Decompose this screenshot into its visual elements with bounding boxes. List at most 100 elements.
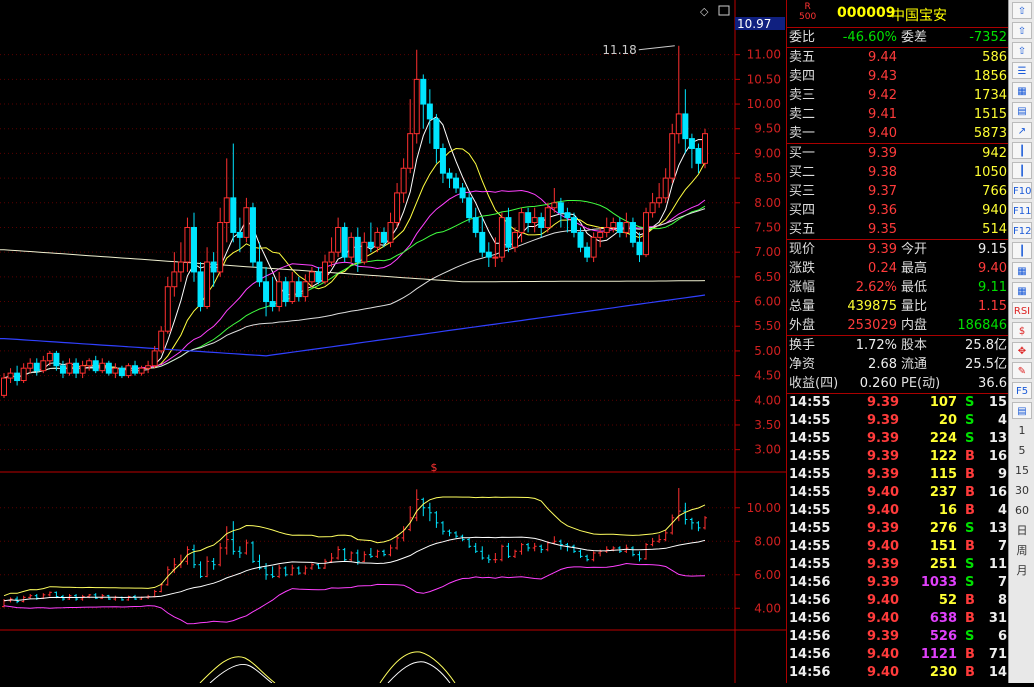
trend-icon[interactable]: ↗ [1012, 122, 1032, 139]
tick-volume: 20 [938, 413, 957, 428]
chart-icon[interactable]: ▦ [1012, 282, 1032, 299]
tick-row[interactable]: 14:55 9.39 107 S 15 [787, 394, 1009, 412]
candle-body [400, 167, 407, 194]
toolbar-rsi-button[interactable]: RSI [1012, 302, 1032, 319]
stat-row: 总量 439875 量比 1.15 [787, 297, 1009, 316]
chart-area[interactable]: 11.00 10.50 10.00 9.50 9.00 8.50 8.00 7.50 7.00 6… [0, 0, 786, 684]
kline-chart[interactable]: 11.00 10.50 10.00 9.50 9.00 8.50 8.00 7.50 7.00 6… [0, 0, 786, 684]
toolbar-f12-button[interactable]: F12 [1012, 222, 1032, 239]
price-tick-label: 10.50 [747, 72, 781, 86]
tick-volume: 526 [929, 629, 957, 644]
tick-row[interactable]: 14:55 9.39 276 S 13 [787, 520, 1009, 538]
candle-body [669, 133, 676, 179]
tick-side: S [965, 395, 975, 410]
pencil-icon[interactable]: ✎ [1012, 362, 1032, 379]
candle-body [20, 367, 27, 382]
toolbar-f5-button[interactable]: F5 [1012, 382, 1032, 399]
toolbar-day-button[interactable]: 日 [1012, 522, 1032, 539]
candle-body [387, 222, 394, 243]
toolbar-f10-button[interactable]: F10 [1012, 182, 1032, 199]
tick-side: B [965, 647, 975, 662]
tick-time: 14:55 [789, 539, 831, 554]
tick-row[interactable]: 14:55 9.39 224 S 13 [787, 430, 1009, 448]
toolbar-week-button[interactable]: 周 [1012, 542, 1032, 559]
tick-time: 14:55 [789, 467, 831, 482]
tick-count: 13 [988, 431, 1007, 446]
stock-code: 000009 [837, 5, 896, 21]
toolbar-n5-button[interactable]: 5 [1012, 442, 1032, 459]
tick-row[interactable]: 14:56 9.40 1121 B 71 [787, 646, 1009, 664]
candle [702, 128, 708, 169]
tick-price: 9.39 [867, 467, 900, 482]
asks-volume: 1515 [973, 107, 1007, 122]
bids-price: 9.35 [868, 222, 897, 237]
toolbar-n30-button[interactable]: 30 [1012, 482, 1032, 499]
candle-body [151, 350, 158, 367]
candle [544, 202, 551, 233]
candle-body [322, 261, 329, 283]
tick-price: 9.40 [867, 539, 900, 554]
tick-side: S [965, 413, 975, 428]
price-tick-label: 6.50 [754, 270, 781, 284]
candle [125, 363, 132, 379]
chart-icon[interactable]: ▦ [1012, 262, 1032, 279]
candle [492, 237, 499, 267]
tick-row[interactable]: 14:56 9.39 526 S 6 [787, 628, 1009, 646]
tick-volume: 230 [929, 665, 957, 680]
tick-row[interactable]: 14:56 9.40 52 B 8 [787, 592, 1009, 610]
bids-label: 买五 [789, 222, 816, 237]
tick-row[interactable]: 14:55 9.40 16 B 4 [787, 502, 1009, 520]
tick-time: 14:55 [789, 395, 831, 410]
tick-time: 14:55 [789, 485, 831, 500]
candle-body [210, 261, 217, 273]
chart-icon[interactable]: ▦ [1012, 82, 1032, 99]
candle [518, 207, 525, 243]
tick-row[interactable]: 14:55 9.39 251 S 11 [787, 556, 1009, 574]
candle [14, 365, 21, 386]
tick-row[interactable]: 14:55 9.39 115 B 9 [787, 466, 1009, 484]
tick-count: 31 [988, 611, 1007, 626]
asks-label: 卖二 [789, 107, 816, 122]
tick-list[interactable]: 14:55 9.39 107 S 15 14:55 9.39 20 S 4 14:55 9.39 224… [787, 394, 1009, 682]
arrow-up-icon[interactable]: ⇧ [1012, 2, 1032, 19]
candle-body [472, 217, 479, 233]
candle [184, 217, 191, 272]
kline-icon[interactable]: ┃ [1012, 242, 1032, 259]
kline-icon[interactable]: ┃ [1012, 162, 1032, 179]
quote-panel: R 500 000009 中国宝安 委比 -46.60% 委差 -7352 卖五 9… [786, 0, 1009, 683]
tick-row[interactable]: 14:56 9.40 230 B 14 [787, 664, 1009, 682]
price-tick-label: 11.00 [747, 48, 781, 62]
toolbar-n60-button[interactable]: 60 [1012, 502, 1032, 519]
tick-volume: 16 [938, 503, 957, 518]
tick-row[interactable]: 14:55 9.40 237 B 16 [787, 484, 1009, 502]
toolbar-f11-button[interactable]: F11 [1012, 202, 1032, 219]
candle-body [1, 377, 7, 396]
asks-row: 卖三 9.42 1734 [787, 86, 1009, 105]
candle-body [66, 362, 73, 374]
toolbar-n1-button[interactable]: 1 [1012, 422, 1032, 439]
arrow-up-icon[interactable]: ⇧ [1012, 42, 1032, 59]
candle [217, 207, 224, 277]
asks-price: 9.40 [868, 126, 897, 141]
tick-row[interactable]: 14:55 9.39 122 B 16 [787, 448, 1009, 466]
list-icon[interactable]: ☰ [1012, 62, 1032, 79]
kline-icon[interactable]: ┃ [1012, 142, 1032, 159]
candle-body [485, 251, 492, 258]
toolbar-month-button[interactable]: 月 [1012, 562, 1032, 579]
table-icon[interactable]: ▤ [1012, 402, 1032, 419]
tick-row[interactable]: 14:56 9.39 1033 S 7 [787, 574, 1009, 592]
tick-side: S [965, 431, 975, 446]
tick-row[interactable]: 14:55 9.40 151 B 7 [787, 538, 1009, 556]
candle-body [505, 217, 512, 248]
candle-body [105, 362, 112, 374]
arrow-up-icon[interactable]: ⇧ [1012, 22, 1032, 39]
bids-label: 买四 [789, 203, 816, 218]
pin-icon[interactable]: $ [1012, 322, 1032, 339]
grid-icon[interactable]: ▤ [1012, 102, 1032, 119]
candle [164, 276, 171, 334]
tick-row[interactable]: 14:56 9.40 638 B 31 [787, 610, 1009, 628]
candle-body [361, 241, 368, 263]
move-icon[interactable]: ✥ [1012, 342, 1032, 359]
toolbar-n15-button[interactable]: 15 [1012, 462, 1032, 479]
tick-row[interactable]: 14:55 9.39 20 S 4 [787, 412, 1009, 430]
